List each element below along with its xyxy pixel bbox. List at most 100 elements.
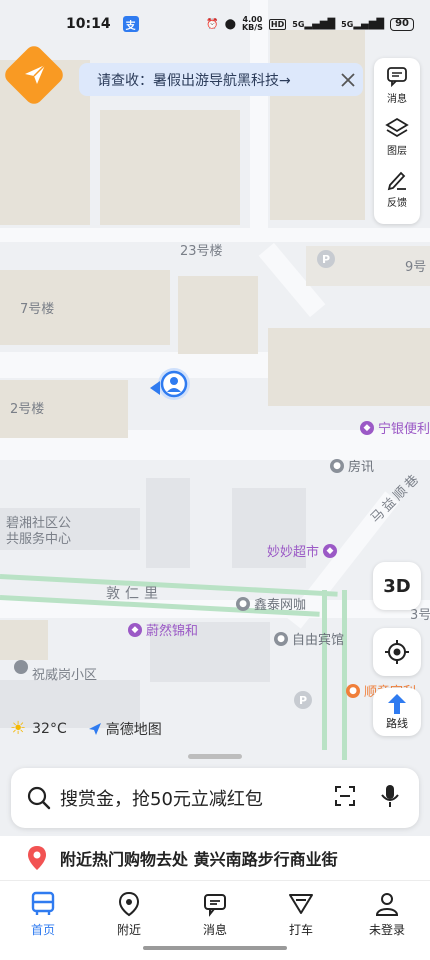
search-icon — [27, 786, 51, 810]
feedback-label: 反馈 — [387, 198, 407, 209]
poi-marker[interactable]: ● 鑫泰网咖 — [236, 594, 306, 613]
map-building — [178, 276, 258, 354]
road-label: 敦仁里 — [106, 586, 163, 602]
poi-name: 鑫泰网咖 — [254, 598, 307, 613]
hd-badge: HD — [268, 18, 287, 30]
parking-icon[interactable]: P — [294, 691, 312, 709]
message-icon — [204, 894, 226, 917]
tab-profile[interactable]: 未登录 — [344, 881, 430, 960]
bus-icon — [31, 891, 55, 915]
community-label: 共服务中心 — [6, 532, 72, 547]
signal-label: 5G — [292, 19, 305, 29]
brand-label: 高德地图 — [105, 721, 162, 738]
district-label: 祝威岗小区 — [32, 668, 98, 683]
layers-icon — [385, 117, 409, 138]
restaurant-icon: ● — [346, 683, 360, 698]
network-speed-unit: KB/S — [241, 23, 263, 32]
scan-icon[interactable] — [333, 784, 357, 812]
route-label: 路线 — [386, 717, 408, 730]
pin-icon: ● — [274, 631, 288, 646]
weather-widget[interactable]: ☀ 32°C 高德地图 — [10, 718, 162, 739]
map-building — [146, 478, 190, 568]
poi-marker[interactable]: ● 自由宾馆 — [274, 629, 344, 648]
home-indicator[interactable] — [143, 946, 287, 950]
poi-name: 宁银便利 — [378, 422, 430, 437]
signal-icon: 5G▂▄▆█ — [292, 18, 336, 30]
search-input[interactable]: 搜赏金，抢50元立减红包 — [60, 785, 263, 811]
amap-brand-icon — [88, 722, 101, 735]
building-label: 7号楼 — [20, 302, 55, 317]
tab-home[interactable]: 首页 — [0, 881, 86, 960]
battery-icon: 90 — [390, 17, 414, 31]
location-pin-icon — [118, 891, 140, 917]
tab-label: 未登录 — [368, 923, 405, 937]
hot-text: 附近热门购物去处 黄兴南路步行商业街 — [60, 850, 338, 869]
poi-name: 妙妙超市 — [267, 545, 320, 560]
building-label: 2号楼 — [10, 402, 45, 417]
map-building — [100, 110, 240, 225]
feedback-button[interactable]: 反馈 — [385, 168, 409, 220]
route-button[interactable]: 路线 — [373, 688, 421, 736]
parking-icon[interactable]: P — [317, 250, 335, 268]
alipay-icon: 支 — [122, 16, 139, 32]
poi-name: 蔚然锦和 — [146, 624, 199, 639]
layers-button[interactable]: 图层 — [385, 116, 409, 168]
tab-label: 打车 — [288, 923, 313, 937]
shop-icon: ◆ — [323, 543, 338, 558]
pin-icon: ● — [330, 458, 344, 473]
road-label: 马益顺巷 — [368, 470, 424, 527]
pencil-icon — [387, 171, 406, 191]
notice-banner[interactable]: 请查收：暑假出游导航黑科技→ — [79, 63, 363, 96]
message-icon — [387, 67, 407, 88]
notice-text: 请查收：暑假出游导航黑科技→ — [97, 72, 291, 89]
3d-toggle-button[interactable]: 3D — [373, 562, 421, 610]
locate-button[interactable] — [373, 628, 421, 676]
location-icon: ⬤ — [224, 18, 236, 30]
poi-marker[interactable]: ◆ 蔚然锦和 — [128, 620, 198, 639]
crosshair-icon — [385, 640, 409, 664]
user-location-marker[interactable] — [148, 366, 192, 402]
map-walkway — [322, 590, 327, 750]
network-speed: 4.00 KB/S — [242, 16, 263, 32]
amap-brand: 高德地图 — [87, 719, 162, 739]
poi-marker[interactable]: ◆ 宁银便利 — [360, 418, 430, 437]
sun-icon: ☀ — [10, 718, 27, 739]
building-label: 9号 — [405, 260, 427, 275]
signal-label: 5G — [341, 19, 354, 29]
messages-label: 消息 — [387, 94, 407, 105]
shop-icon: ◆ — [128, 622, 142, 637]
status-icons: ⏰ ⬤ 4.00 KB/S HD 5G▂▄▆█ 5G▂▄▆█ 90 — [206, 16, 414, 32]
status-bar: 10:14 支 ⏰ ⬤ 4.00 KB/S HD 5G▂▄▆█ 5G▂▄▆█ 9… — [0, 0, 430, 48]
poi-name: 房讯 — [348, 460, 375, 475]
alarm-icon: ⏰ — [206, 18, 219, 30]
location-pin-icon — [28, 846, 46, 870]
microphone-icon[interactable] — [379, 783, 401, 813]
poi-marker[interactable]: ● 房讯 — [330, 456, 374, 475]
temperature: 32°C — [32, 720, 67, 737]
map-building — [270, 30, 365, 220]
taxi-icon — [289, 894, 313, 914]
messages-button[interactable]: 消息 — [385, 64, 409, 116]
status-time: 10:14 — [66, 16, 111, 32]
pin-icon[interactable] — [14, 660, 28, 674]
poi-name: 自由宾馆 — [292, 633, 345, 648]
map-walkway — [342, 590, 347, 760]
signal-icon: 5G▂▄▆█ — [341, 18, 385, 30]
tab-label: 附近 — [116, 923, 141, 937]
close-icon[interactable] — [333, 65, 363, 95]
map-building — [268, 328, 430, 406]
map-tool-panel: 消息 图层 反馈 — [374, 58, 420, 224]
hot-recommendation[interactable]: 附近热门购物去处 黄兴南路步行商业街 — [0, 836, 430, 880]
drag-handle[interactable] — [188, 754, 242, 759]
tab-label: 消息 — [202, 923, 227, 937]
shop-icon: ◆ — [360, 420, 374, 435]
route-arrow-icon — [388, 694, 406, 714]
layers-label: 图层 — [387, 146, 407, 157]
map-canvas[interactable]: 23号楼 9号 7号楼 2号楼 3号 碧湘社区公 共服务中心 敦仁里 马益顺巷 … — [0, 0, 430, 880]
poi-marker[interactable]: 妙妙超市 ◆ — [267, 541, 338, 560]
user-icon — [375, 893, 399, 916]
tab-label: 首页 — [30, 923, 55, 937]
pin-icon: ● — [236, 596, 250, 611]
search-bar[interactable]: 搜赏金，抢50元立减红包 — [11, 768, 419, 828]
paper-plane-icon — [21, 60, 49, 92]
